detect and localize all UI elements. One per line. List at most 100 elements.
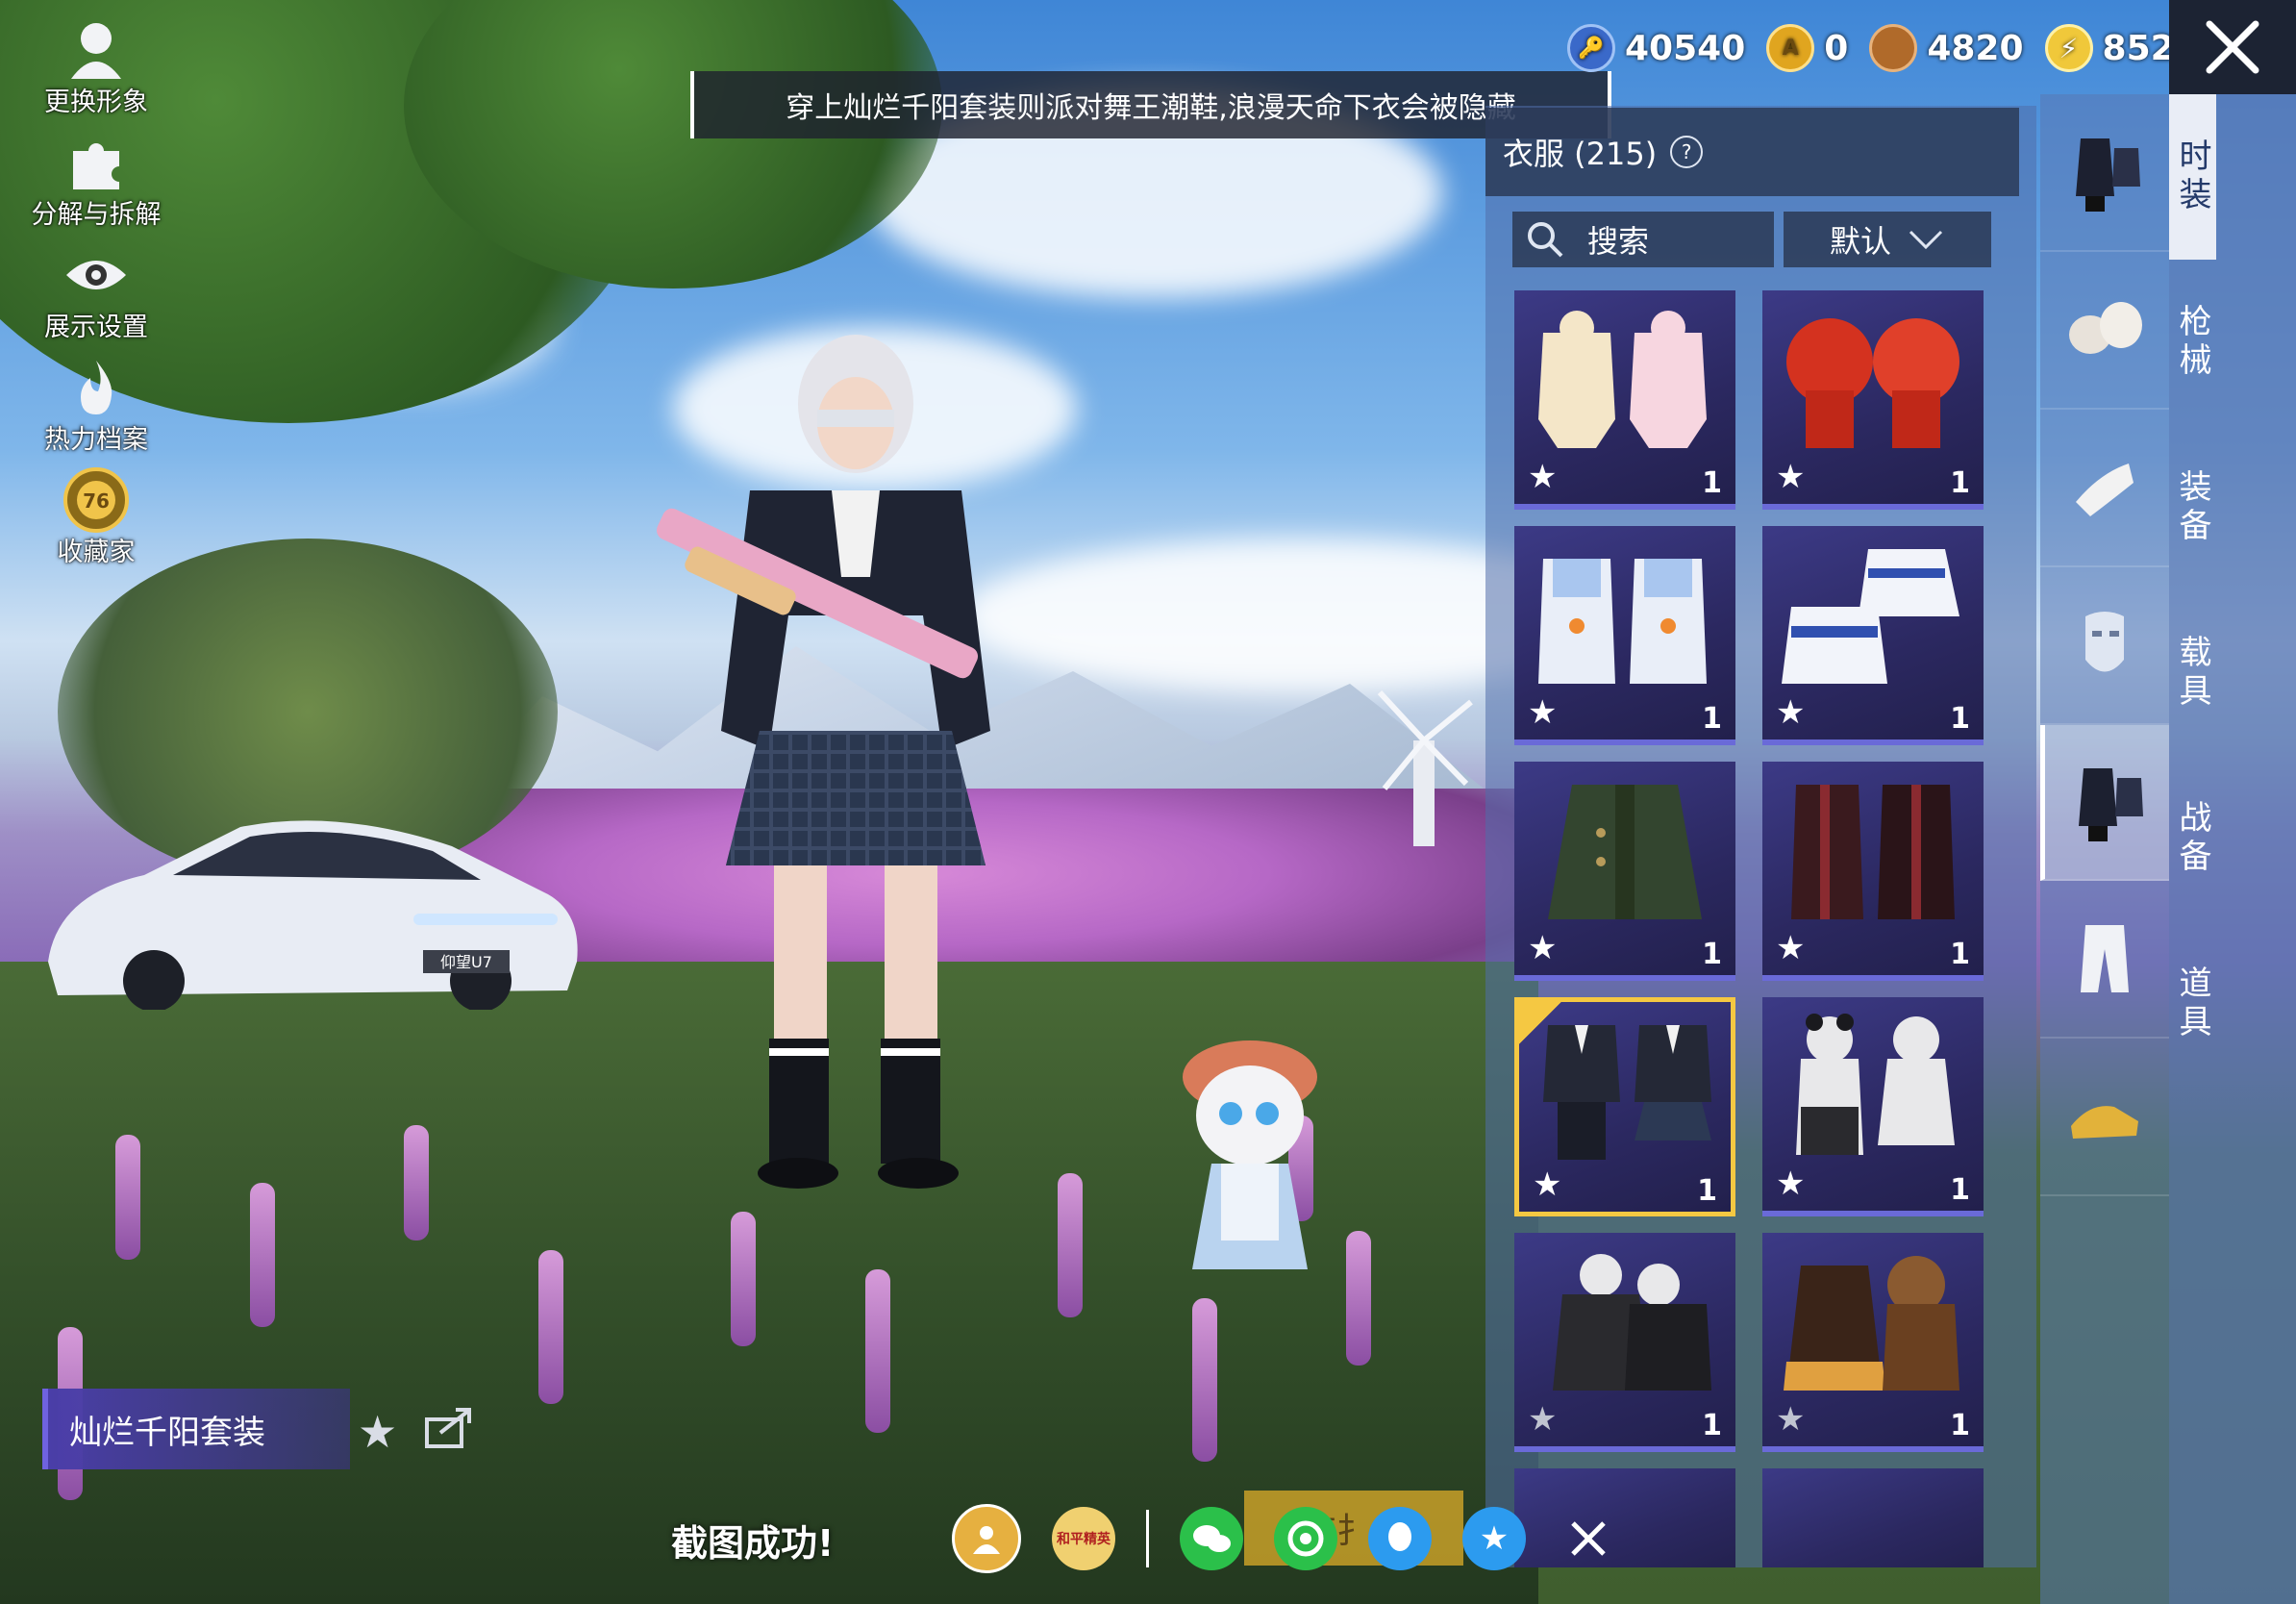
lightning-icon: ⚡ xyxy=(2044,24,2093,72)
currency-bar: 🔑 40540 A 0 4820 ⚡ 8521 xyxy=(1567,21,2199,75)
display-settings-button[interactable]: 展示设置 xyxy=(19,244,173,343)
category-pants[interactable] xyxy=(2040,881,2169,1039)
close-icon xyxy=(2206,20,2259,74)
item-card-green-military-coat[interactable]: ★ 1 xyxy=(1514,762,1735,981)
favorite-star-icon[interactable]: ★ xyxy=(358,1406,397,1458)
display-settings-label: 展示设置 xyxy=(44,313,148,342)
favorite-star-icon: ★ xyxy=(1528,458,1558,496)
category-column xyxy=(2040,94,2169,1604)
item-quantity: 1 xyxy=(1697,1174,1717,1208)
close-share-icon[interactable] xyxy=(1557,1507,1620,1570)
item-quantity: 1 xyxy=(1950,1409,1970,1442)
item-card-bear-lolita-dress[interactable]: ★ 1 xyxy=(1762,1233,1984,1452)
favorite-star-icon: ★ xyxy=(1776,1400,1806,1439)
sort-label: 默认 xyxy=(1829,223,1891,260)
category-suit[interactable] xyxy=(2040,725,2169,881)
panel-header: 衣服 (215) ? xyxy=(1485,108,2019,196)
item-card-panda-hoodie[interactable]: ★ 1 xyxy=(1514,1233,1735,1452)
share-icon[interactable] xyxy=(423,1404,473,1448)
qq-icon[interactable] xyxy=(1368,1507,1432,1570)
currency-gold-token-value: 0 xyxy=(1824,28,1849,68)
gold-token-icon: A xyxy=(1766,24,1815,72)
item-quantity: 1 xyxy=(1702,1409,1722,1442)
car: 仰望U7 xyxy=(48,820,578,1010)
racing-jacket-image xyxy=(1782,549,1959,684)
divider xyxy=(1146,1510,1149,1567)
collector-button[interactable]: 76 收藏家 xyxy=(19,467,173,568)
tab-vehicles[interactable]: 载具 xyxy=(2169,590,2216,756)
windmill xyxy=(1377,689,1473,846)
tab-items[interactable]: 道具 xyxy=(2169,921,2216,1087)
item-quantity: 1 xyxy=(1702,702,1722,736)
qzone-icon[interactable]: ★ xyxy=(1462,1507,1526,1570)
category-outfit[interactable] xyxy=(2040,94,2169,252)
heat-archive-label: 热力档案 xyxy=(44,425,148,455)
game-share-icon[interactable] xyxy=(952,1504,1021,1573)
character-model xyxy=(656,335,990,1189)
panda-hoodie-image xyxy=(1553,1254,1711,1391)
search-icon xyxy=(1528,222,1563,258)
tab-weapons[interactable]: 枪械 xyxy=(2169,260,2216,425)
change-avatar-label: 更换形象 xyxy=(44,88,148,117)
collector-badge-icon: 76 xyxy=(62,467,131,533)
suit-icon xyxy=(2078,768,2143,841)
panel-title: 衣服 (215) xyxy=(1503,136,1658,172)
item-card-partial[interactable] xyxy=(1762,1468,1984,1567)
wechat-icon[interactable] xyxy=(1180,1507,1243,1570)
favorite-star-icon: ★ xyxy=(1533,1165,1562,1204)
item-quantity: 1 xyxy=(1702,466,1722,500)
school-uniform-image xyxy=(1543,1025,1711,1160)
item-card-dark-gothic-outfit[interactable]: ★ 1 xyxy=(1762,762,1984,981)
left-menu: 更换形象 分解与拆解 展示设置 热力档案 76 收藏家 xyxy=(19,19,173,582)
puzzle-icon xyxy=(62,132,131,193)
main-tabs: 时装 枪械 装备 载具 战备 道具 xyxy=(2169,94,2296,1604)
pet-doll xyxy=(1183,1040,1317,1269)
currency-gold-token[interactable]: A 0 xyxy=(1766,24,1848,72)
cream-bunny-suit-image xyxy=(1538,311,1707,448)
favorite-star-icon: ★ xyxy=(1528,929,1558,967)
favorite-star-icon: ★ xyxy=(1776,929,1806,967)
favorite-star-icon: ★ xyxy=(1528,1400,1558,1439)
sort-dropdown[interactable]: 默认 xyxy=(1784,212,1991,267)
outfit-name-label: 灿烂千阳套装 xyxy=(42,1389,350,1469)
heat-archive-button[interactable]: 热力档案 xyxy=(19,357,173,456)
bear-lolita-dress-image xyxy=(1784,1256,1959,1391)
eye-icon xyxy=(62,244,131,306)
item-card-panda-suit[interactable]: ★ 1 xyxy=(1762,997,1984,1216)
game-logo-icon[interactable]: 和平精英 xyxy=(1052,1507,1115,1570)
item-card-cream-bunny-suit[interactable]: ★ 1 xyxy=(1514,290,1735,510)
favorite-star-icon: ★ xyxy=(1776,458,1806,496)
close-button[interactable] xyxy=(2169,0,2296,94)
item-card-red-fruit-suit[interactable]: ★ 1 xyxy=(1762,290,1984,510)
hair-icon xyxy=(2069,302,2142,354)
search-button[interactable]: 搜索 xyxy=(1512,212,1774,267)
pants-icon xyxy=(2081,925,2129,992)
item-card-school-uniform[interactable]: ★ 1 xyxy=(1514,997,1735,1216)
favorite-star-icon: ★ xyxy=(1528,693,1558,732)
flame-icon xyxy=(62,357,131,418)
category-shoes[interactable] xyxy=(2040,1039,2169,1196)
favorite-star-icon: ★ xyxy=(1776,1165,1806,1203)
decompose-button[interactable]: 分解与拆解 xyxy=(19,132,173,231)
category-gloves[interactable] xyxy=(2040,410,2169,567)
category-mask[interactable] xyxy=(2040,567,2169,725)
panda-suit-image xyxy=(1796,1014,1955,1155)
tab-equipment[interactable]: 装备 xyxy=(2169,425,2216,590)
tab-battle-gear[interactable]: 战备 xyxy=(2169,756,2216,921)
item-quantity: 1 xyxy=(1950,938,1970,971)
item-card-carrot-jumpsuit[interactable]: ★ 1 xyxy=(1514,526,1735,745)
item-quantity: 1 xyxy=(1702,938,1722,971)
outfit-tooltip: 穿上灿烂千阳套装则派对舞王潮鞋,浪漫天命下衣会被隐藏 xyxy=(690,71,1611,138)
item-card-racing-jacket[interactable]: ★ 1 xyxy=(1762,526,1984,745)
help-icon[interactable]: ? xyxy=(1670,136,1704,168)
item-quantity: 1 xyxy=(1950,466,1970,500)
moments-icon[interactable] xyxy=(1274,1507,1337,1570)
currency-bronze-coin[interactable]: 4820 xyxy=(1869,24,2024,72)
category-hair[interactable] xyxy=(2040,252,2169,410)
collector-level: 76 xyxy=(83,489,110,513)
currency-coupon[interactable]: 🔑 40540 xyxy=(1567,24,1745,72)
change-avatar-button[interactable]: 更换形象 xyxy=(19,19,173,118)
item-grid: ★ 1 ★ 1 ★ 1 ★ 1 ★ 1 ★ 1 ★ 1 ★ 1 ★ 1 ★ 1 xyxy=(1514,290,1990,1567)
favorite-star-icon: ★ xyxy=(1776,693,1806,732)
tab-fashion[interactable]: 时装 xyxy=(2169,94,2216,260)
